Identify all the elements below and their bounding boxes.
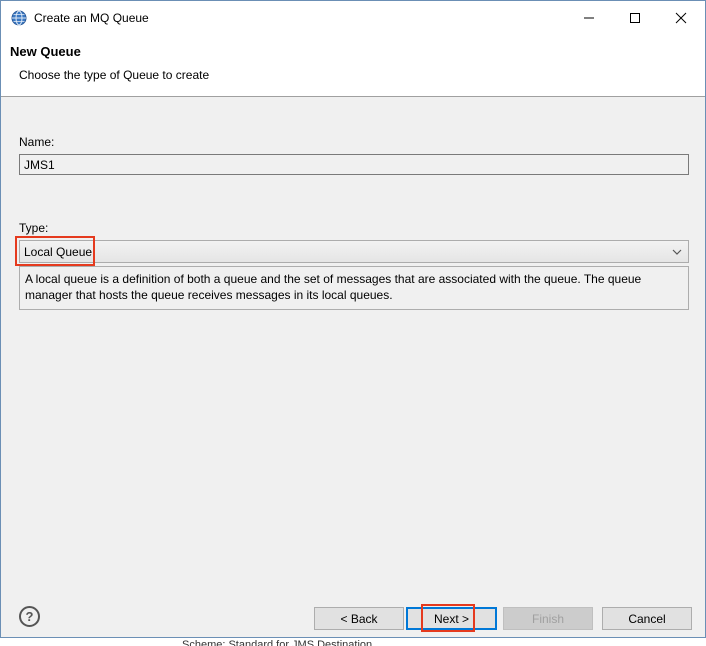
maximize-icon	[630, 13, 640, 23]
minimize-icon	[584, 17, 594, 19]
help-icon: ?	[25, 609, 34, 624]
chevron-down-icon	[672, 249, 682, 255]
name-field[interactable]: JMS1	[19, 154, 689, 175]
type-dropdown-value: Local Queue	[24, 245, 93, 259]
close-icon	[675, 12, 687, 24]
page-title: New Queue	[10, 44, 81, 59]
finish-button[interactable]: Finish	[503, 607, 593, 630]
type-description: A local queue is a definition of both a …	[19, 266, 689, 310]
type-label: Type:	[19, 221, 49, 235]
cancel-button[interactable]: Cancel	[602, 607, 692, 630]
next-button[interactable]: Next >	[406, 607, 497, 630]
name-label: Name:	[19, 135, 55, 149]
create-queue-dialog: Create an MQ Queue New Queue Choose the …	[0, 0, 706, 638]
wizard-header: New Queue Choose the type of Queue to cr…	[1, 35, 705, 97]
close-button[interactable]	[658, 1, 704, 35]
page-description: Choose the type of Queue to create	[19, 68, 210, 82]
help-button[interactable]: ?	[19, 606, 40, 627]
globe-icon	[11, 10, 27, 26]
maximize-button[interactable]	[612, 1, 658, 35]
title-bar[interactable]: Create an MQ Queue	[1, 1, 705, 35]
back-button[interactable]: < Back	[314, 607, 404, 630]
type-dropdown[interactable]: Local Queue	[19, 240, 689, 263]
window-title: Create an MQ Queue	[34, 11, 149, 25]
minimize-button[interactable]	[566, 1, 612, 35]
